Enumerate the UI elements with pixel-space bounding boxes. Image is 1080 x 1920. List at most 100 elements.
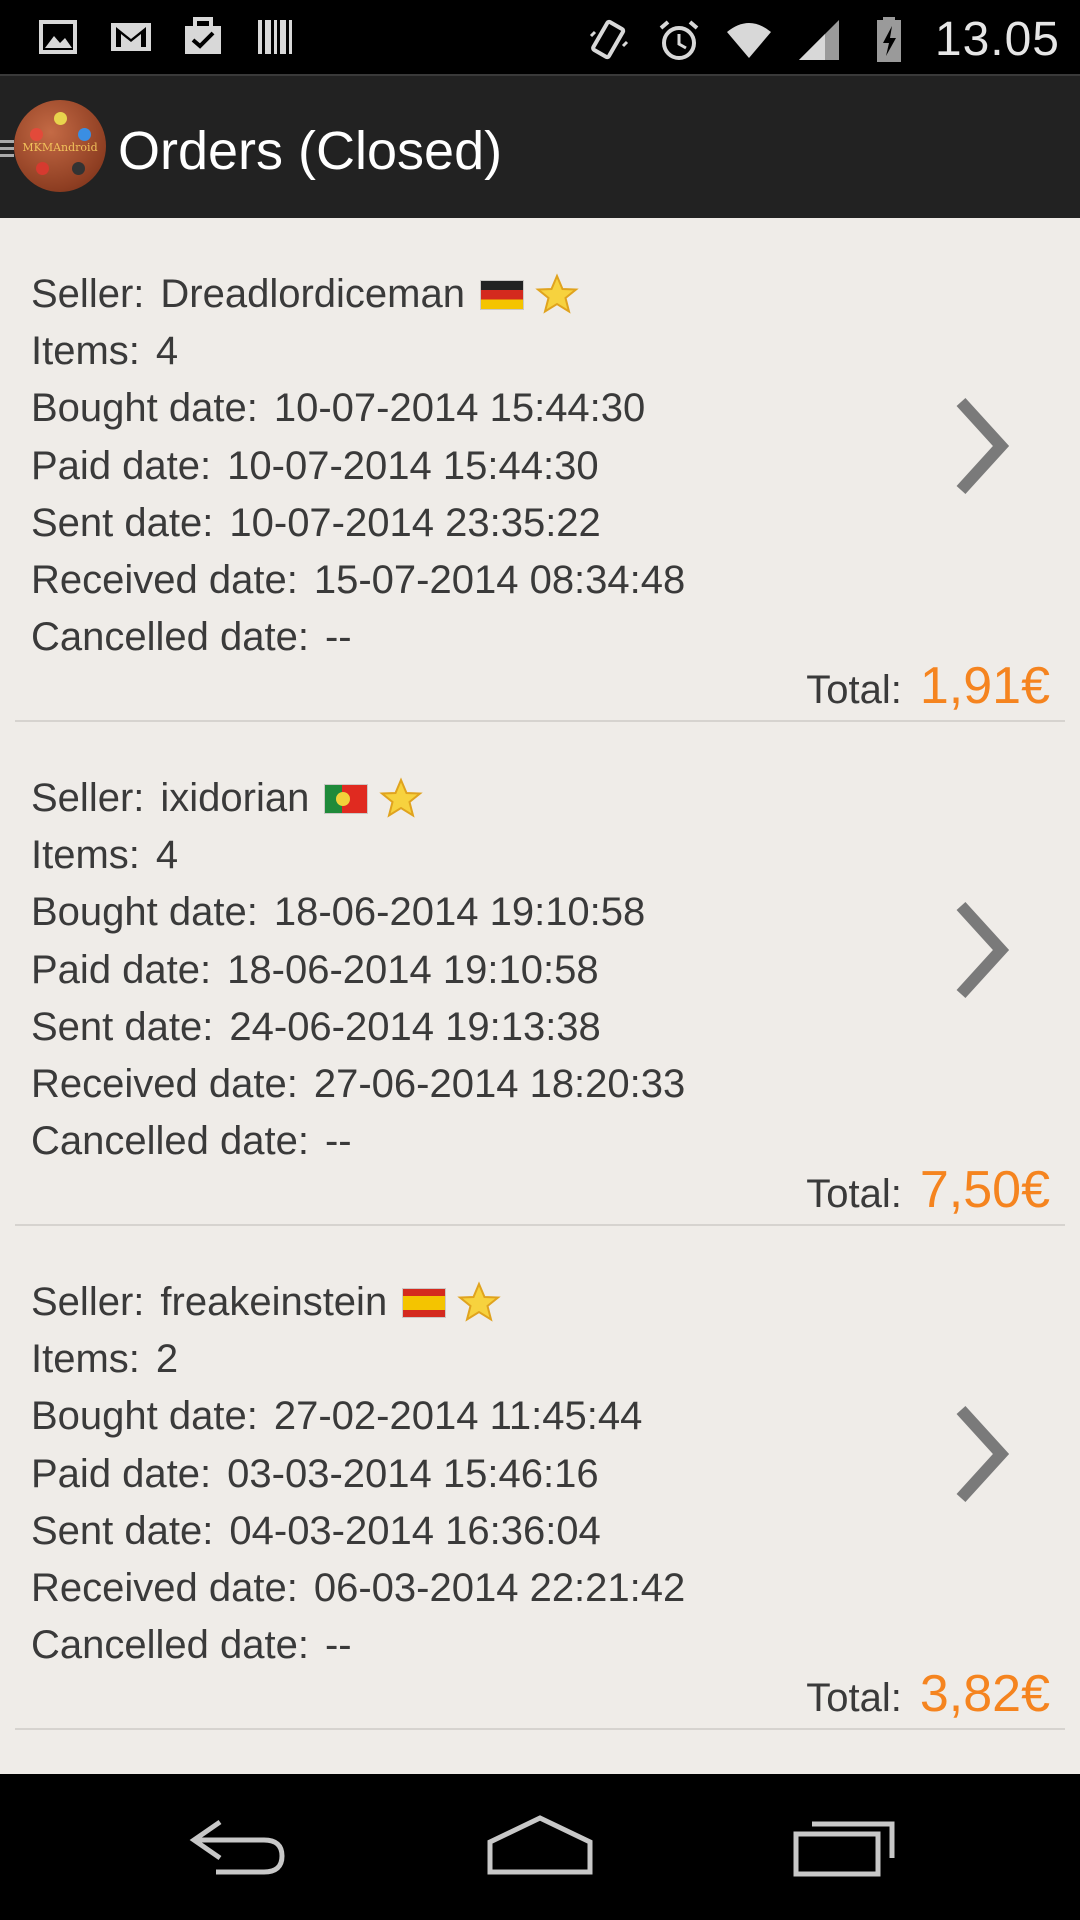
logo-dot-red — [30, 128, 43, 141]
star-icon — [535, 273, 579, 314]
orders-list[interactable]: Seller: Dreadlordiceman Items: 4 Bought … — [0, 218, 1080, 1774]
order-card[interactable]: Seller: ixidorian Items: 4 Bought date: … — [15, 722, 1065, 1226]
total-value: 7,50€ — [919, 1161, 1050, 1219]
paid-date-label: Paid date: — [31, 947, 212, 992]
gmail-icon — [111, 23, 151, 51]
items-row: Items: 4 — [31, 323, 685, 380]
star-icon — [457, 1281, 501, 1322]
total-label: Total: — [806, 668, 902, 712]
chevron-right-icon[interactable] — [953, 900, 1009, 1000]
image-icon — [39, 20, 77, 54]
cancelled-date-value: -- — [324, 1623, 352, 1668]
received-date-label: Received date: — [31, 558, 298, 603]
sent-date-label: Sent date: — [31, 1004, 214, 1049]
paid-date-row: Paid date: 10-07-2014 15:44:30 — [31, 438, 685, 495]
sent-date-row: Sent date: 10-07-2014 23:35:22 — [31, 495, 685, 552]
items-value: 4 — [155, 329, 179, 374]
paid-date-row: Paid date: 03-03-2014 15:46:16 — [31, 1446, 685, 1503]
flag-portugal-icon — [325, 784, 368, 813]
total-row: Total: 3,82€ — [806, 1664, 1050, 1724]
seller-row: Seller: Dreadlordiceman — [31, 266, 685, 323]
page-title: Orders (Closed) — [118, 121, 503, 181]
cancelled-date-label: Cancelled date: — [31, 1623, 309, 1668]
bought-date-row: Bought date: 18-06-2014 19:10:58 — [31, 884, 685, 941]
items-label: Items: — [31, 329, 140, 374]
bought-date-value: 27-02-2014 11:45:44 — [273, 1394, 643, 1439]
home-icon[interactable] — [484, 1808, 596, 1884]
received-date-row: Received date: 06-03-2014 22:21:42 — [31, 1560, 685, 1617]
chevron-right-icon[interactable] — [953, 396, 1009, 496]
items-label: Items: — [31, 833, 140, 878]
flag-emblem — [336, 791, 351, 806]
cancelled-date-label: Cancelled date: — [31, 1119, 309, 1164]
status-bar: 13.05 — [0, 0, 1080, 74]
order-card[interactable]: Seller: freakeinstein Items: 2 Bought da… — [15, 1226, 1065, 1730]
star-icon — [379, 777, 424, 818]
received-date-label: Received date: — [31, 1062, 298, 1107]
received-date-value: 06-03-2014 22:21:42 — [313, 1566, 686, 1611]
seller-label: Seller: — [31, 776, 145, 821]
logo-dot-red-2 — [36, 162, 49, 175]
signal-icon — [798, 19, 839, 60]
paid-date-label: Paid date: — [31, 443, 212, 488]
status-clock: 13.05 — [934, 13, 1060, 66]
items-value: 2 — [155, 1337, 179, 1382]
bought-date-label: Bought date: — [31, 386, 258, 431]
sent-date-value: 04-03-2014 16:36:04 — [229, 1508, 601, 1553]
logo-dot-black — [72, 162, 85, 175]
alarm-icon — [659, 19, 699, 60]
seller-row: Seller: ixidorian — [31, 770, 685, 827]
cancelled-date-row: Cancelled date: -- — [31, 609, 685, 666]
logo-dot-blue — [78, 128, 91, 141]
items-label: Items: — [31, 1337, 140, 1382]
total-value: 1,91€ — [919, 657, 1050, 715]
bought-date-row: Bought date: 10-07-2014 15:44:30 — [31, 380, 685, 437]
chevron-right-icon[interactable] — [953, 1404, 1009, 1504]
total-value: 3,82€ — [919, 1665, 1050, 1723]
task-check-icon — [185, 17, 221, 54]
received-date-value: 27-06-2014 18:20:33 — [313, 1062, 686, 1107]
items-row: Items: 2 — [31, 1331, 685, 1388]
bought-date-label: Bought date: — [31, 1394, 258, 1439]
total-row: Total: 7,50€ — [806, 1160, 1050, 1220]
back-icon[interactable] — [186, 1808, 290, 1884]
seller-label: Seller: — [31, 272, 145, 317]
battery-charging-icon — [876, 16, 901, 62]
recent-apps-icon[interactable] — [790, 1808, 898, 1884]
cancelled-date-value: -- — [324, 615, 352, 660]
total-label: Total: — [806, 1172, 902, 1216]
cancelled-date-row: Cancelled date: -- — [31, 1113, 685, 1170]
barcode-icon — [258, 20, 292, 54]
items-row: Items: 4 — [31, 827, 685, 884]
received-date-label: Received date: — [31, 1566, 298, 1611]
items-value: 4 — [155, 833, 179, 878]
cancelled-date-row: Cancelled date: -- — [31, 1617, 685, 1674]
seller-name: freakeinstein — [160, 1280, 388, 1325]
paid-date-value: 18-06-2014 19:10:58 — [227, 947, 599, 992]
received-date-value: 15-07-2014 08:34:48 — [313, 558, 686, 603]
total-row: Total: 1,91€ — [806, 656, 1050, 716]
bought-date-row: Bought date: 27-02-2014 11:45:44 — [31, 1388, 685, 1445]
seller-row: Seller: freakeinstein — [31, 1274, 685, 1331]
logo-text: MKMAndroid — [22, 141, 98, 154]
app-logo[interactable]: MKMAndroid — [14, 100, 106, 192]
paid-date-value: 10-07-2014 15:44:30 — [227, 443, 599, 488]
logo-dot-yellow — [54, 112, 67, 125]
paid-date-label: Paid date: — [31, 1451, 212, 1496]
received-date-row: Received date: 27-06-2014 18:20:33 — [31, 1056, 685, 1113]
sent-date-label: Sent date: — [31, 500, 214, 545]
wifi-icon — [726, 22, 771, 58]
cancelled-date-value: -- — [324, 1119, 352, 1164]
drawer-indicator-icon[interactable] — [0, 138, 14, 160]
navigation-bar — [0, 1774, 1080, 1920]
received-date-row: Received date: 15-07-2014 08:34:48 — [31, 552, 685, 609]
paid-date-row: Paid date: 18-06-2014 19:10:58 — [31, 942, 685, 999]
order-card[interactable]: Seller: Dreadlordiceman Items: 4 Bought … — [15, 218, 1065, 722]
flag-spain-icon — [403, 1288, 446, 1317]
flag-germany-icon — [480, 280, 523, 309]
seller-label: Seller: — [31, 1280, 145, 1325]
sent-date-row: Sent date: 24-06-2014 19:13:38 — [31, 999, 685, 1056]
sent-date-value: 24-06-2014 19:13:38 — [229, 1004, 601, 1049]
vibrate-icon — [589, 19, 628, 59]
bought-date-value: 10-07-2014 15:44:30 — [273, 386, 646, 431]
